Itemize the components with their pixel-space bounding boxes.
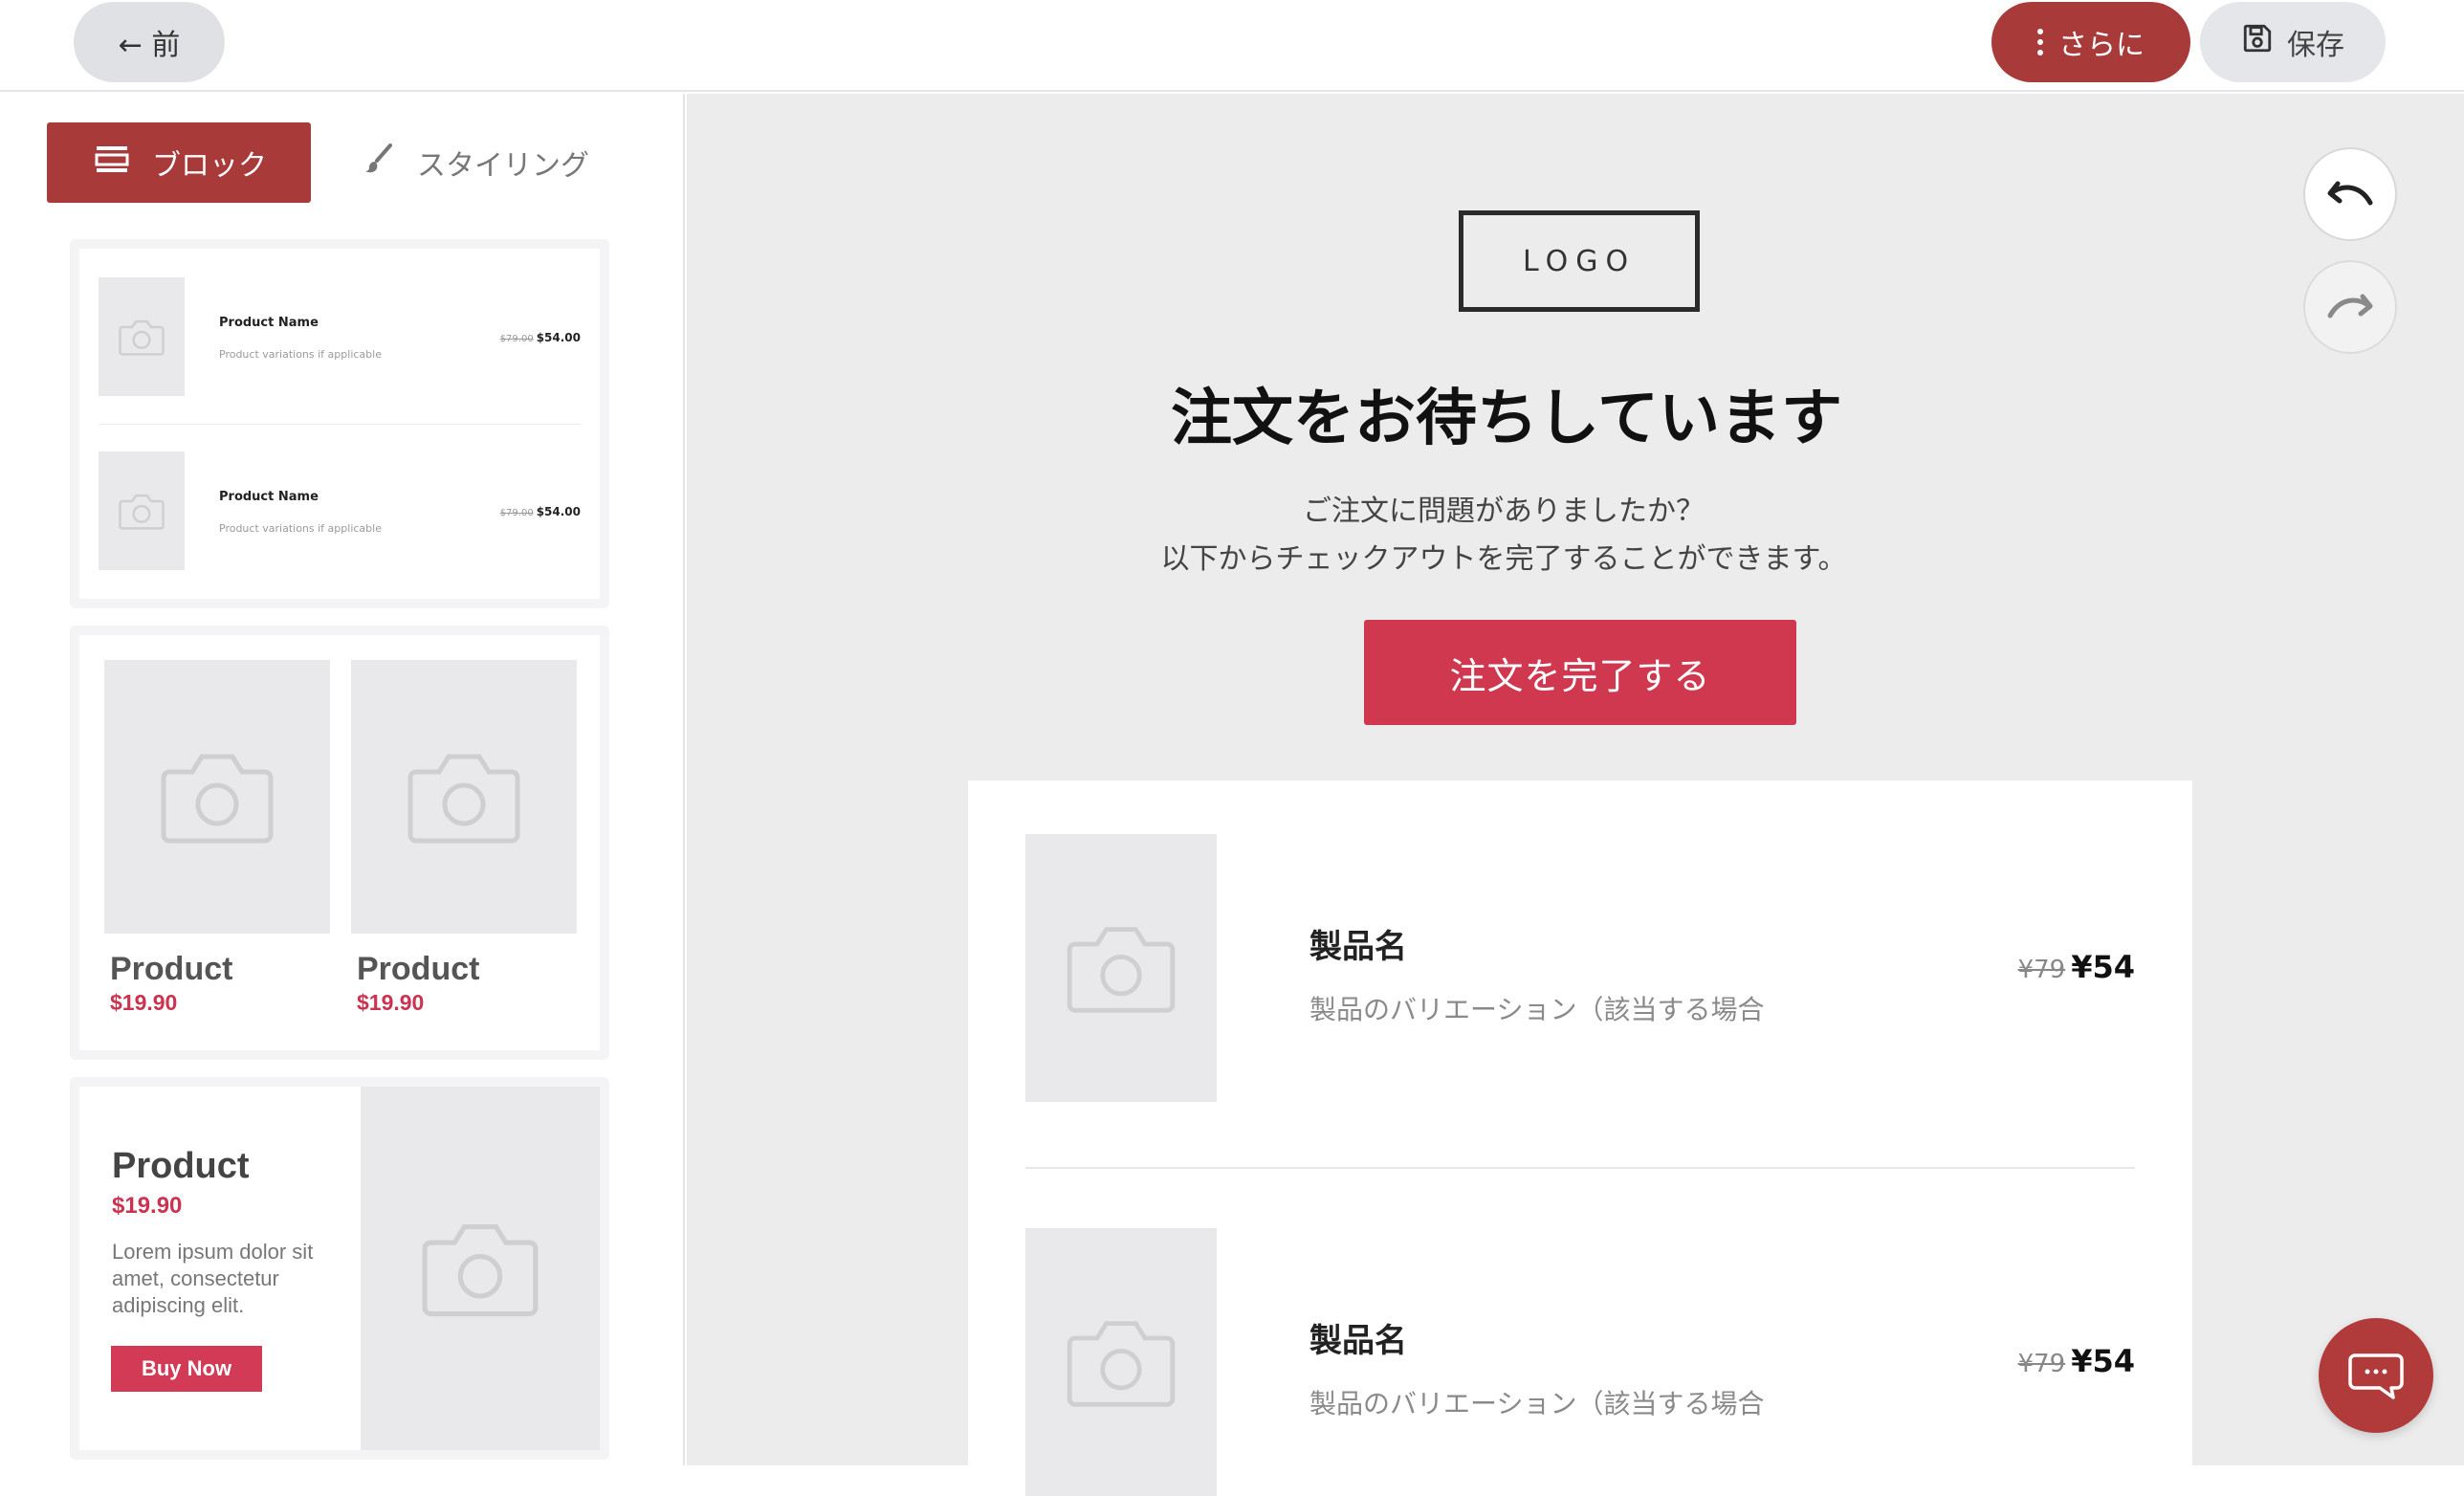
chat-bubble-icon: [2348, 1353, 2404, 1399]
new-price: $54.00: [536, 331, 581, 344]
camera-icon: [1067, 1321, 1176, 1407]
brush-icon: [362, 142, 396, 184]
featured-product-description: Lorem ipsum dolor sit amet, consectetur …: [112, 1240, 314, 1317]
list-item: Product Name Product variations if appli…: [99, 451, 581, 570]
old-price: ¥79: [2017, 956, 2066, 984]
redo-icon: [2327, 294, 2373, 319]
cart-list-block[interactable]: Product Name Product variations if appli…: [70, 239, 609, 608]
chat-button[interactable]: [2319, 1318, 2433, 1433]
undo-button[interactable]: [2303, 147, 2397, 241]
product-image-placeholder: [351, 660, 577, 934]
product-price: $79.00 $54.00: [500, 505, 581, 518]
product-name: Product Name: [219, 316, 319, 330]
tab-styling-label: スタイリング: [417, 149, 589, 183]
grid-product-price: $19.90: [357, 990, 425, 1015]
save-button-label: 保存: [2287, 29, 2344, 62]
product-variation: 製品のバリエーション（該当する場合: [1309, 1388, 1765, 1419]
save-button[interactable]: 保存: [2200, 2, 2386, 82]
list-item: Product Name Product variations if appli…: [99, 277, 581, 396]
camera-icon: [422, 1224, 539, 1317]
grid-product: Product $19.90: [351, 660, 577, 1016]
featured-product-price: $19.90: [112, 1193, 183, 1219]
tab-blocks[interactable]: ブロック: [47, 122, 311, 203]
email-canvas[interactable]: LOGO 注文をお待ちしています ご注文に問題がありましたか？ 以下からチェック…: [687, 94, 2464, 1496]
more-button-label: さらに: [2058, 29, 2145, 62]
product-variation: 製品のバリエーション（該当する場合: [1309, 994, 1765, 1025]
divider: [1025, 1167, 2135, 1169]
more-vert-icon: [2037, 29, 2043, 55]
list-item[interactable]: 製品名 製品のバリエーション（該当する場合 ¥79 ¥54: [1025, 1228, 2135, 1496]
camera-icon: [407, 754, 520, 844]
product-image-placeholder: [104, 660, 330, 934]
featured-product-title: Product: [112, 1146, 250, 1186]
old-price: ¥79: [2017, 1350, 2066, 1378]
product-grid-block[interactable]: Product $19.90 Product $19.90: [70, 626, 609, 1060]
old-price: $79.00: [499, 334, 534, 344]
floppy-disk-icon: [2241, 22, 2274, 62]
more-button[interactable]: さらに: [1991, 2, 2190, 82]
grid-product-price: $19.90: [110, 990, 178, 1015]
product-name: Product Name: [219, 490, 319, 504]
subtext-line: 以下からチェックアウトを完了することができます。: [1160, 542, 1847, 576]
new-price: $54.00: [536, 505, 581, 518]
product-variation: Product variations if applicable: [219, 522, 382, 535]
old-price: $79.00: [499, 508, 534, 518]
camera-icon: [119, 494, 165, 530]
product-name: 製品名: [1309, 928, 1407, 966]
product-price: ¥79 ¥54: [2018, 949, 2135, 985]
new-price: ¥54: [2071, 949, 2135, 985]
undo-icon: [2327, 181, 2373, 206]
blocks-icon: [95, 144, 129, 181]
featured-product-block[interactable]: Product $19.90 Lorem ipsum dolor sit ame…: [70, 1077, 609, 1460]
product-image-placeholder: [1025, 1228, 1217, 1496]
email-subtext[interactable]: ご注文に問題がありましたか？ 以下からチェックアウトを完了することができます。: [687, 488, 2321, 583]
featured-product-text: Product $19.90 Lorem ipsum dolor sit ame…: [112, 1146, 341, 1319]
grid-product-title: Product: [357, 951, 480, 987]
product-image-placeholder: [99, 277, 185, 396]
list-item[interactable]: 製品名 製品のバリエーション（該当する場合 ¥79 ¥54: [1025, 834, 2135, 1102]
order-items[interactable]: 製品名 製品のバリエーション（該当する場合 ¥79 ¥54 製品名 製品のバリエー…: [968, 781, 2192, 1496]
redo-button[interactable]: [2303, 260, 2397, 354]
product-price: $79.00 $54.00: [500, 331, 581, 344]
product-variation: Product variations if applicable: [219, 348, 382, 361]
product-image-placeholder: [99, 451, 185, 570]
top-bar: ← 前 さらに 保存: [0, 0, 2464, 92]
grid-product-title: Product: [110, 951, 233, 987]
new-price: ¥54: [2071, 1343, 2135, 1379]
complete-order-button[interactable]: 注文を完了する: [1364, 620, 1796, 725]
email-headline[interactable]: 注文をお待ちしています: [687, 369, 2326, 457]
tab-styling[interactable]: スタイリング: [362, 122, 589, 203]
buy-now-button: Buy Now: [111, 1346, 262, 1392]
camera-icon: [119, 319, 165, 356]
divider: [99, 424, 581, 425]
subtext-line: ご注文に問題がありましたか？: [1303, 495, 1705, 528]
logo[interactable]: LOGO: [1459, 210, 1700, 312]
camera-icon: [161, 754, 274, 844]
tab-blocks-label: ブロック: [152, 149, 267, 183]
product-image-placeholder: [1025, 834, 1217, 1102]
back-button-label: ← 前: [118, 29, 181, 62]
blocks-sidebar: ブロック スタイリング Product Name Product variati…: [0, 94, 685, 1465]
product-name: 製品名: [1309, 1322, 1407, 1360]
product-price: ¥79 ¥54: [2018, 1343, 2135, 1379]
camera-icon: [1067, 927, 1176, 1013]
grid-product: Product $19.90: [104, 660, 330, 1016]
product-image-placeholder: [361, 1087, 600, 1450]
back-button[interactable]: ← 前: [74, 2, 225, 82]
